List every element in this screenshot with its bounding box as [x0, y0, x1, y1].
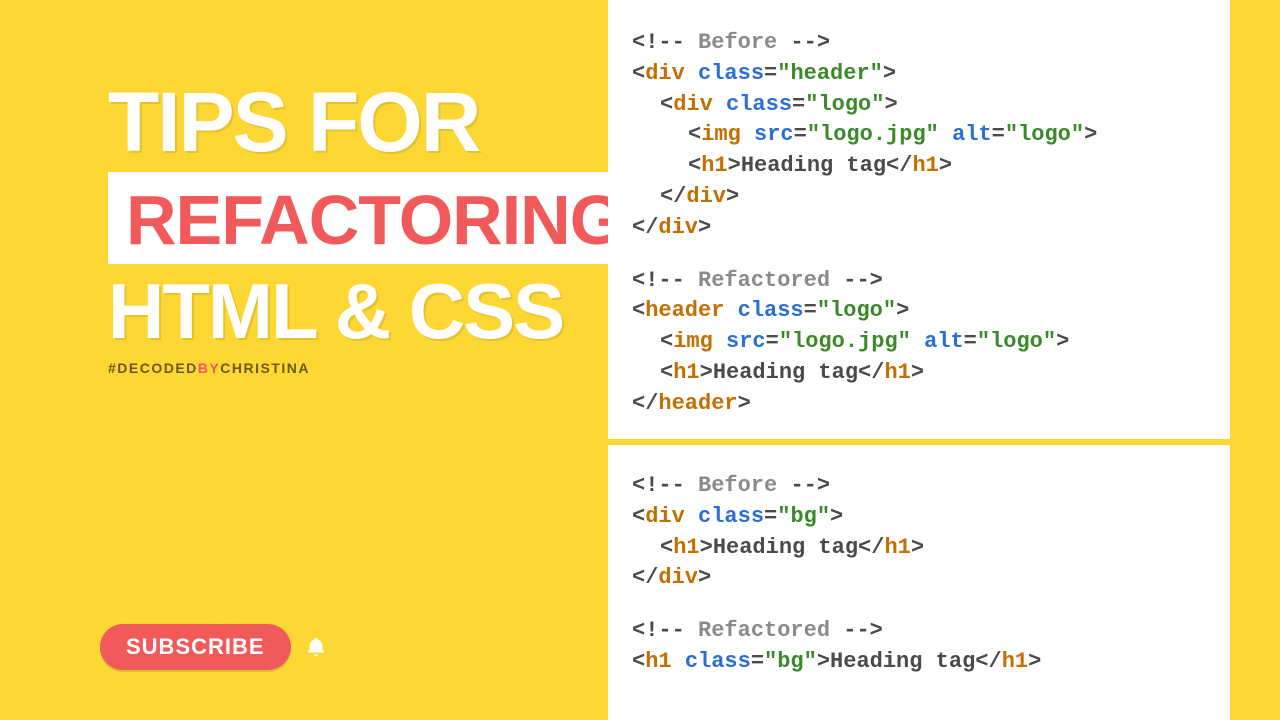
hashtag: #DECODEDBYCHRISTINA: [108, 360, 578, 376]
title-line-1: TIPS FOR: [108, 80, 578, 164]
subscribe-button[interactable]: SUBSCRIBE: [100, 624, 291, 670]
bell-icon[interactable]: [305, 636, 327, 658]
hashtag-part-1: #DECODED: [108, 360, 198, 376]
comment-refactored-2: Refactored: [698, 618, 830, 643]
decor-left-bar: [0, 0, 78, 720]
comment-refactored: Refactored: [698, 268, 830, 293]
code-block-1: <!-- Before --> <div class="header"> <di…: [608, 0, 1230, 445]
code-area: <!-- Before --> <div class="header"> <di…: [608, 0, 1230, 720]
comment-before: Before: [698, 30, 777, 55]
title-line-3: HTML & CSS: [108, 272, 578, 350]
title-highlight-box: REFACTORING: [108, 172, 641, 264]
hashtag-part-2: BY: [198, 360, 220, 376]
comment-before-2: Before: [698, 473, 777, 498]
title-line-2: REFACTORING: [126, 180, 623, 260]
hashtag-part-3: CHRISTINA: [220, 360, 310, 376]
title-panel: TIPS FOR REFACTORING HTML & CSS #DECODED…: [78, 0, 608, 720]
subscribe-row: SUBSCRIBE: [100, 624, 327, 670]
decor-right-bar: [1230, 0, 1280, 720]
code-block-2: <!-- Before --> <div class="bg"> <h1>Hea…: [608, 445, 1230, 698]
